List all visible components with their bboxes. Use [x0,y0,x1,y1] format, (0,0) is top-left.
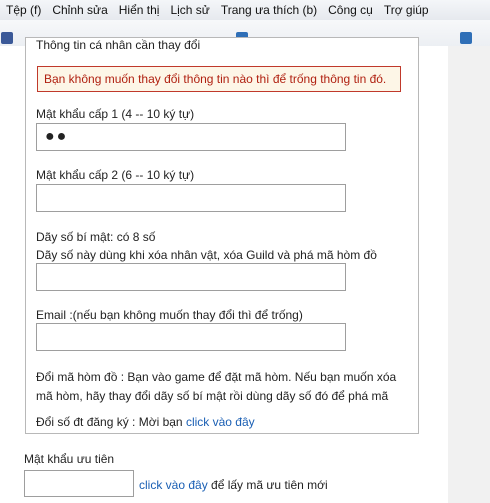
password2-label: Mật khẩu cấp 2 (6 -- 10 ký tự) [36,168,195,182]
phone-change-prefix: Đổi số đt đăng ký : Mời bạn [36,415,186,429]
menu-bookmarks[interactable]: Trang ưa thích (b) [215,0,322,20]
menu-history[interactable]: Lịch sử [164,0,214,20]
email-input[interactable] [36,323,346,351]
chest-text-line2: mã hòm, hãy thay đổi dãy số bí mật rồi d… [36,389,389,403]
menu-help[interactable]: Trợ giúp [378,0,434,20]
phone-change-text: Đổi số đt đăng ký : Mời bạn click vào đâ… [36,415,255,429]
password1-input[interactable]: ●● [36,123,346,151]
scroll-gutter [448,46,490,503]
menu-view[interactable]: Hiển thị [113,0,165,20]
priority-suffix: để lấy mã ưu tiên mới [207,478,328,492]
notice-box: Bạn không muốn thay đổi thông tin nào th… [37,66,401,92]
priority-link-text: click vào đây để lấy mã ưu tiên mới [139,478,328,492]
priority-input[interactable] [24,470,134,497]
email-label: Email :(nếu bạn không muốn thay đổi thì … [36,308,303,322]
menu-file[interactable]: Tệp (f) [0,0,46,20]
fieldset-legend: Thông tin cá nhân cần thay đổi [33,38,204,52]
menu-bar: Tệp (f) Chỉnh sửa Hiển thị Lịch sử Trang… [0,0,490,21]
menu-edit[interactable]: Chỉnh sửa [46,0,112,20]
chest-text-line1: Đổi mã hòm đồ : Bạn vào game để đặt mã h… [36,370,397,384]
bookmark-icon-2[interactable] [460,32,472,44]
facebook-icon[interactable] [1,32,13,44]
password1-label: Mật khẩu cấp 1 (4 -- 10 ký tự) [36,107,195,121]
phone-change-link[interactable]: click vào đây [186,415,255,429]
password2-input[interactable] [36,184,346,212]
secret-input[interactable] [36,263,346,291]
page-content: Thông tin cá nhân cần thay đổi Bạn không… [0,37,448,503]
secret-label: Dãy số bí mật: có 8 số [36,230,156,244]
secret-help: Dãy số này dùng khi xóa nhân vật, xóa Gu… [36,248,377,262]
priority-label: Mật khẩu ưu tiên [24,452,115,466]
menu-tools[interactable]: Công cụ [322,0,378,20]
priority-link[interactable]: click vào đây [139,478,208,492]
